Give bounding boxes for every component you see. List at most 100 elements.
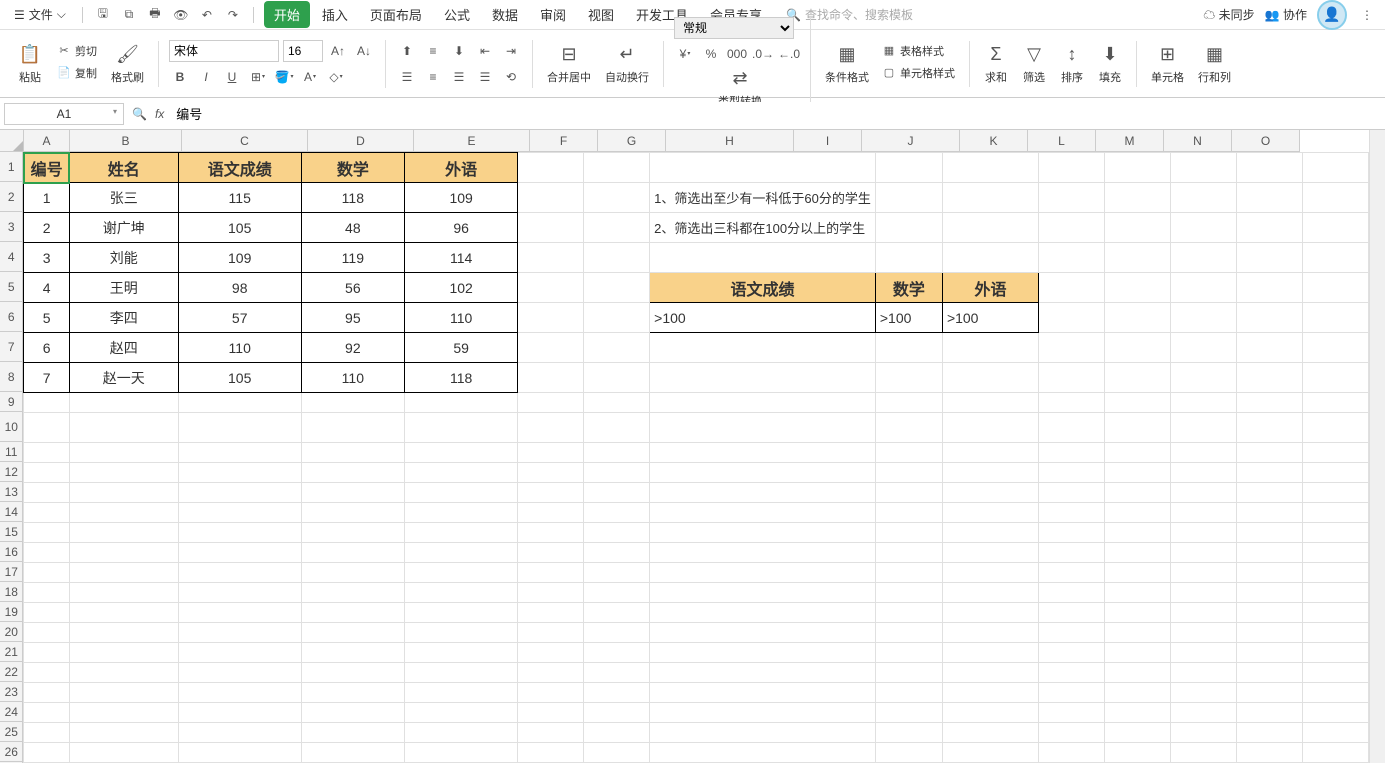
print-preview-icon[interactable]: 👁: [171, 5, 191, 25]
cell-D22[interactable]: [301, 663, 404, 683]
cell-J6[interactable]: >100: [942, 303, 1038, 333]
print-icon[interactable]: 🖶: [145, 5, 165, 25]
col-header-J[interactable]: J: [862, 130, 960, 152]
cell-L3[interactable]: [1104, 213, 1170, 243]
cell-M13[interactable]: [1170, 483, 1236, 503]
cell-J22[interactable]: [942, 663, 1038, 683]
sync-status[interactable]: ☁ 未同步: [1203, 6, 1254, 23]
cell-E26[interactable]: [405, 743, 518, 763]
row-header-2[interactable]: 2: [0, 182, 23, 212]
cell-B13[interactable]: [69, 483, 178, 503]
cell-B8[interactable]: 赵一天: [69, 363, 178, 393]
cell-D9[interactable]: [301, 393, 404, 413]
cell-D5[interactable]: 56: [301, 273, 404, 303]
cell-C6[interactable]: 57: [178, 303, 301, 333]
cell-G8[interactable]: [584, 363, 650, 393]
wrap-text-button[interactable]: ↵自动换行: [601, 41, 653, 87]
cell-B15[interactable]: [69, 523, 178, 543]
more-icon[interactable]: ⋮: [1357, 5, 1377, 25]
cell-M15[interactable]: [1170, 523, 1236, 543]
cell-J17[interactable]: [942, 563, 1038, 583]
cell-H18[interactable]: [650, 583, 876, 603]
cell-F23[interactable]: [518, 683, 584, 703]
row-header-15[interactable]: 15: [0, 522, 23, 542]
cell-D7[interactable]: 92: [301, 333, 404, 363]
cell-F10[interactable]: [518, 413, 584, 443]
cell-D18[interactable]: [301, 583, 404, 603]
cell-I10[interactable]: [875, 413, 942, 443]
cell-D14[interactable]: [301, 503, 404, 523]
cell-J21[interactable]: [942, 643, 1038, 663]
cell-E14[interactable]: [405, 503, 518, 523]
cell-F4[interactable]: [518, 243, 584, 273]
cell-E12[interactable]: [405, 463, 518, 483]
increase-decimal-icon[interactable]: .0→: [752, 43, 774, 65]
cell-B25[interactable]: [69, 723, 178, 743]
cell-C18[interactable]: [178, 583, 301, 603]
cell-J16[interactable]: [942, 543, 1038, 563]
cell-K16[interactable]: [1038, 543, 1104, 563]
copy-button[interactable]: 📄复制: [52, 63, 101, 83]
col-header-B[interactable]: B: [70, 130, 182, 152]
cell-N26[interactable]: [1236, 743, 1302, 763]
cell-A13[interactable]: [24, 483, 69, 503]
cell-E20[interactable]: [405, 623, 518, 643]
cell-B4[interactable]: 刘能: [69, 243, 178, 273]
cell-M23[interactable]: [1170, 683, 1236, 703]
cell-E22[interactable]: [405, 663, 518, 683]
cell-A10[interactable]: [24, 413, 69, 443]
cell-A23[interactable]: [24, 683, 69, 703]
cell-O18[interactable]: [1302, 583, 1368, 603]
cell-L26[interactable]: [1104, 743, 1170, 763]
cell-A19[interactable]: [24, 603, 69, 623]
border-button[interactable]: ⊞▾: [247, 66, 269, 88]
row-header-17[interactable]: 17: [0, 562, 23, 582]
cell-B19[interactable]: [69, 603, 178, 623]
cell-F13[interactable]: [518, 483, 584, 503]
number-format-select[interactable]: 常规: [674, 17, 794, 39]
cell-M12[interactable]: [1170, 463, 1236, 483]
cell-L12[interactable]: [1104, 463, 1170, 483]
cell-N18[interactable]: [1236, 583, 1302, 603]
fx-icon[interactable]: fx: [155, 107, 164, 121]
cell-G16[interactable]: [584, 543, 650, 563]
cell-O10[interactable]: [1302, 413, 1368, 443]
col-header-L[interactable]: L: [1028, 130, 1096, 152]
cell-F24[interactable]: [518, 703, 584, 723]
cell-B18[interactable]: [69, 583, 178, 603]
cell-B6[interactable]: 李四: [69, 303, 178, 333]
increase-font-icon[interactable]: A↑: [327, 40, 349, 62]
cell-E4[interactable]: 114: [405, 243, 518, 273]
cell-D23[interactable]: [301, 683, 404, 703]
conditional-format-button[interactable]: ▦条件格式: [821, 41, 873, 87]
cell-N25[interactable]: [1236, 723, 1302, 743]
cell-H23[interactable]: [650, 683, 876, 703]
cell-L25[interactable]: [1104, 723, 1170, 743]
decrease-decimal-icon[interactable]: ←.0: [778, 43, 800, 65]
cell-G21[interactable]: [584, 643, 650, 663]
cell-O16[interactable]: [1302, 543, 1368, 563]
cell-style-button[interactable]: ▢单元格样式: [877, 63, 959, 83]
font-name-select[interactable]: [169, 40, 279, 62]
cell-L14[interactable]: [1104, 503, 1170, 523]
cell-N12[interactable]: [1236, 463, 1302, 483]
cell-F20[interactable]: [518, 623, 584, 643]
col-header-A[interactable]: A: [24, 130, 70, 152]
cell-H8[interactable]: [650, 363, 876, 393]
cell-K6[interactable]: [1038, 303, 1104, 333]
row-header-12[interactable]: 12: [0, 462, 23, 482]
cell-O24[interactable]: [1302, 703, 1368, 723]
cell-N21[interactable]: [1236, 643, 1302, 663]
cell-H10[interactable]: [650, 413, 876, 443]
cell-J11[interactable]: [942, 443, 1038, 463]
cell-N23[interactable]: [1236, 683, 1302, 703]
cell-L15[interactable]: [1104, 523, 1170, 543]
cell-I13[interactable]: [875, 483, 942, 503]
row-header-5[interactable]: 5: [0, 272, 23, 302]
cell-I20[interactable]: [875, 623, 942, 643]
cell-O20[interactable]: [1302, 623, 1368, 643]
cell-N17[interactable]: [1236, 563, 1302, 583]
cell-H14[interactable]: [650, 503, 876, 523]
cell-K21[interactable]: [1038, 643, 1104, 663]
cell-D1[interactable]: 数学: [301, 153, 404, 183]
